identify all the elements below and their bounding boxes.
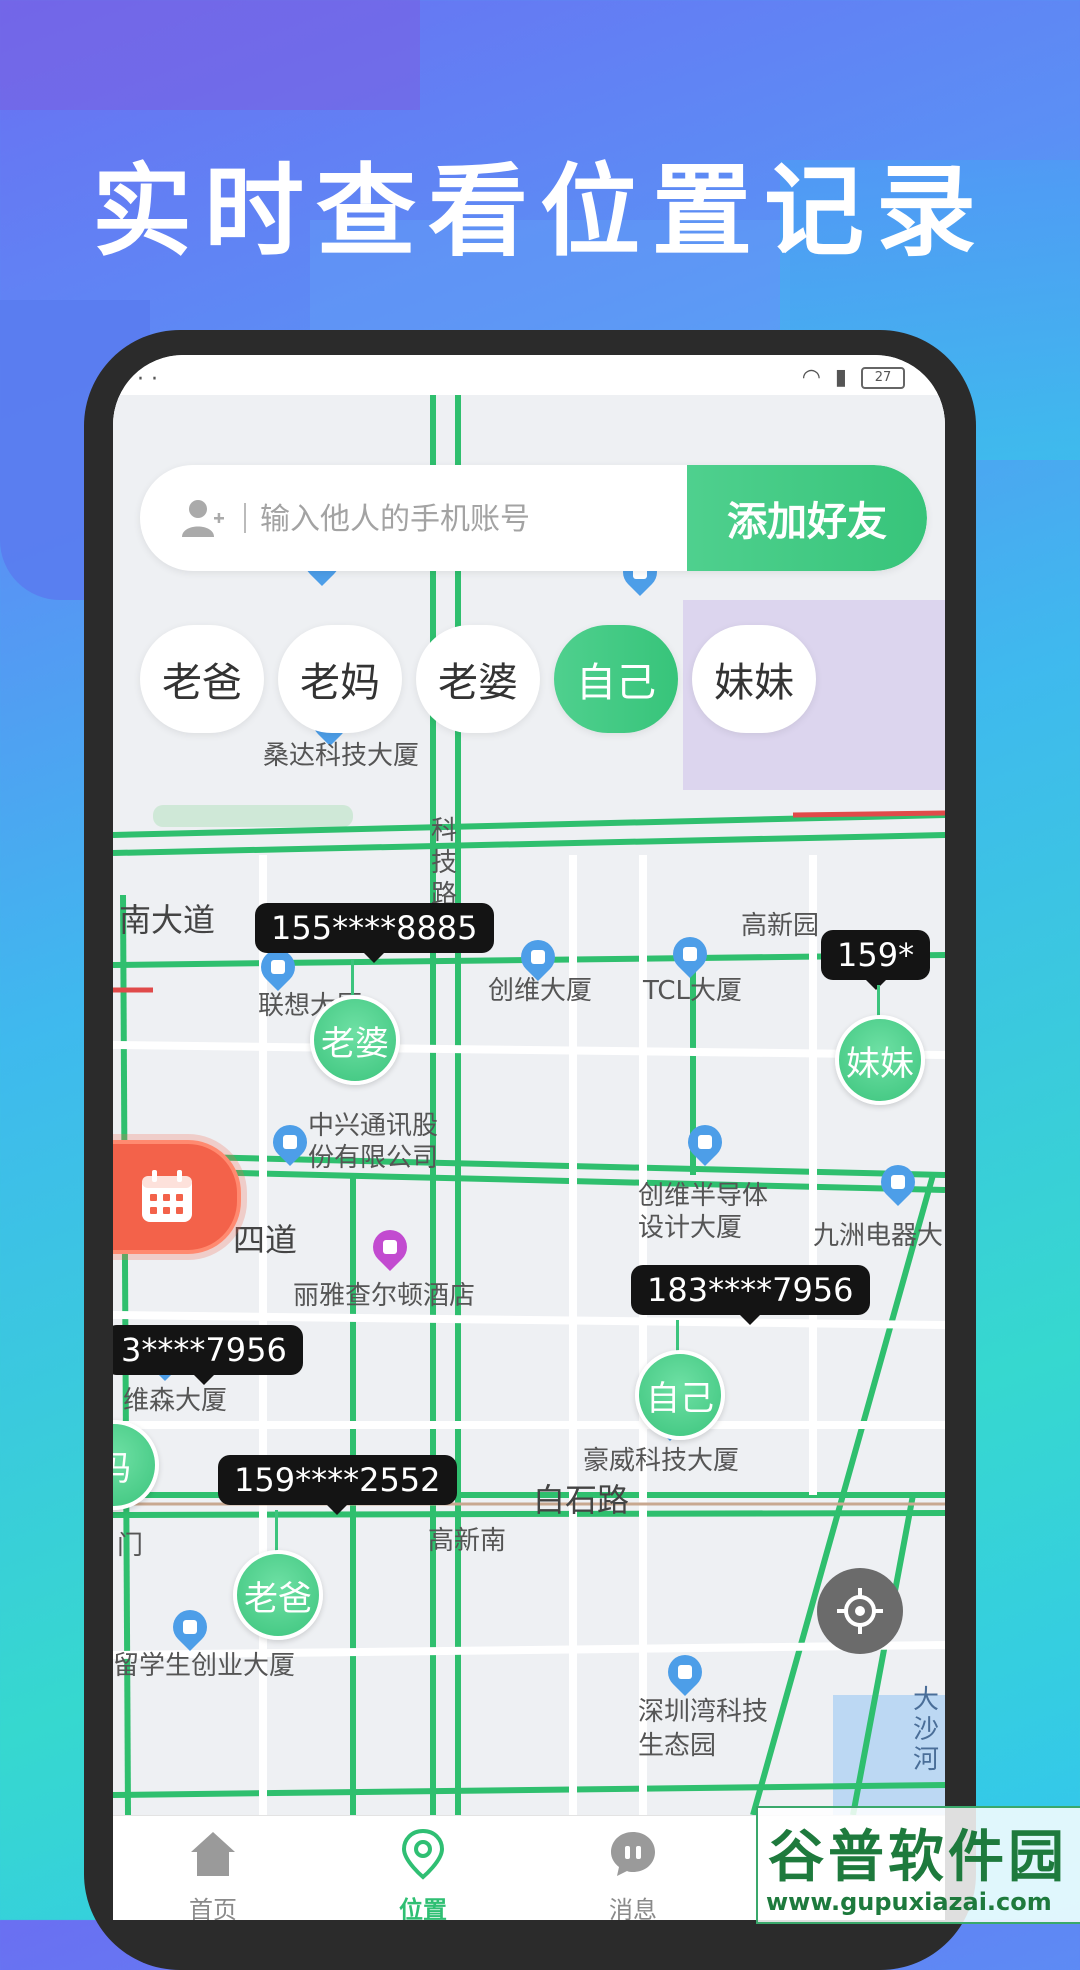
map-label: 九洲电器大	[813, 1221, 944, 1251]
map-label: 大沙河	[913, 1685, 940, 1775]
phone-account-input[interactable]	[258, 489, 582, 549]
map-label: 深圳湾科技生态园	[638, 1697, 769, 1761]
marker-stem	[351, 960, 354, 995]
bg-decoration	[0, 0, 420, 110]
member-marker[interactable]: 妹妹	[835, 1015, 925, 1105]
tab-label: 位置	[399, 1896, 447, 1920]
chip-sister[interactable]: 妹妹	[692, 625, 816, 733]
phone-tag: 159*	[821, 930, 931, 990]
watermark-url: www.gupuxiazai.com	[766, 1888, 1052, 1916]
map-label: 维森大厦	[123, 1386, 228, 1416]
map-label: 门	[117, 1531, 144, 1561]
status-left: · · ·	[123, 367, 158, 392]
chip-dad[interactable]: 老爸	[140, 625, 264, 733]
promo-headline: 实时查看位置记录	[92, 153, 988, 270]
tab-location[interactable]: 位置	[363, 1828, 483, 1920]
search-bar: 添加好友	[140, 465, 927, 571]
map-label: 白石路	[533, 1481, 630, 1519]
add-user-icon	[182, 500, 224, 537]
calendar-icon	[142, 1170, 192, 1222]
site-watermark: 谷普软件园 www.gupuxiazai.com	[756, 1806, 1080, 1924]
app-screen: · · · ◠ ▮ 27 桑达科技大厦 南大道 科技路 高新园 联想大厦 创维大…	[113, 355, 945, 1920]
wifi-icon: ◠	[801, 365, 821, 390]
map-label: 中兴通讯股份有限公司	[308, 1111, 439, 1173]
message-icon	[611, 1832, 655, 1876]
calendar-button[interactable]	[113, 1140, 241, 1254]
map-label: 创维大厦	[488, 976, 593, 1006]
add-friend-button[interactable]: 添加好友	[687, 465, 927, 571]
watermark-title: 谷普软件园	[768, 1825, 1068, 1890]
signal-icon: ▮	[834, 365, 847, 390]
home-icon	[191, 1832, 235, 1876]
chip-wife[interactable]: 老婆	[416, 625, 540, 733]
chip-self[interactable]: 自己	[554, 625, 678, 733]
map-label: 南大道	[119, 901, 216, 939]
member-filter-chips: 老爸 老妈 老婆 自己 妹妹	[140, 625, 816, 733]
divider	[244, 503, 246, 533]
locate-me-button[interactable]	[817, 1568, 903, 1654]
marker-stem	[275, 1510, 278, 1555]
map-label: 丽雅查尔顿酒店	[293, 1281, 476, 1311]
map-label: 留学生创业大厦	[113, 1651, 296, 1681]
member-marker[interactable]: 自己	[635, 1350, 725, 1440]
status-icons: ◠ ▮ 27	[802, 365, 905, 390]
tab-home[interactable]: 首页	[153, 1828, 273, 1920]
location-icon	[401, 1828, 445, 1880]
member-marker[interactable]: 老婆	[310, 995, 400, 1085]
map-label: TCL大厦	[643, 976, 742, 1006]
phone-tag: 159****2552	[218, 1455, 457, 1515]
battery-icon: 27	[861, 366, 905, 389]
crosshair-icon	[837, 1588, 883, 1634]
tab-messages[interactable]: 消息	[573, 1828, 693, 1920]
member-marker[interactable]: 老爸	[233, 1550, 323, 1640]
map-label: 高新南	[428, 1526, 507, 1556]
map-label: 桑达科技大厦	[263, 741, 420, 771]
phone-tag: 183****7956	[631, 1265, 870, 1325]
tab-label: 消息	[609, 1896, 657, 1920]
map-label: 创维半导体设计大厦	[638, 1181, 769, 1243]
tab-label: 首页	[189, 1896, 237, 1920]
map-label: 豪威科技大厦	[583, 1446, 740, 1476]
phone-tag: 155****8885	[255, 903, 494, 963]
map-label: 四道	[233, 1221, 298, 1259]
map-label: 高新园	[741, 911, 820, 941]
status-bar: · · · ◠ ▮ 27	[113, 355, 945, 395]
chip-mom[interactable]: 老妈	[278, 625, 402, 733]
map-label: 科技路	[431, 816, 458, 910]
phone-tag: 3****7956	[113, 1325, 303, 1385]
